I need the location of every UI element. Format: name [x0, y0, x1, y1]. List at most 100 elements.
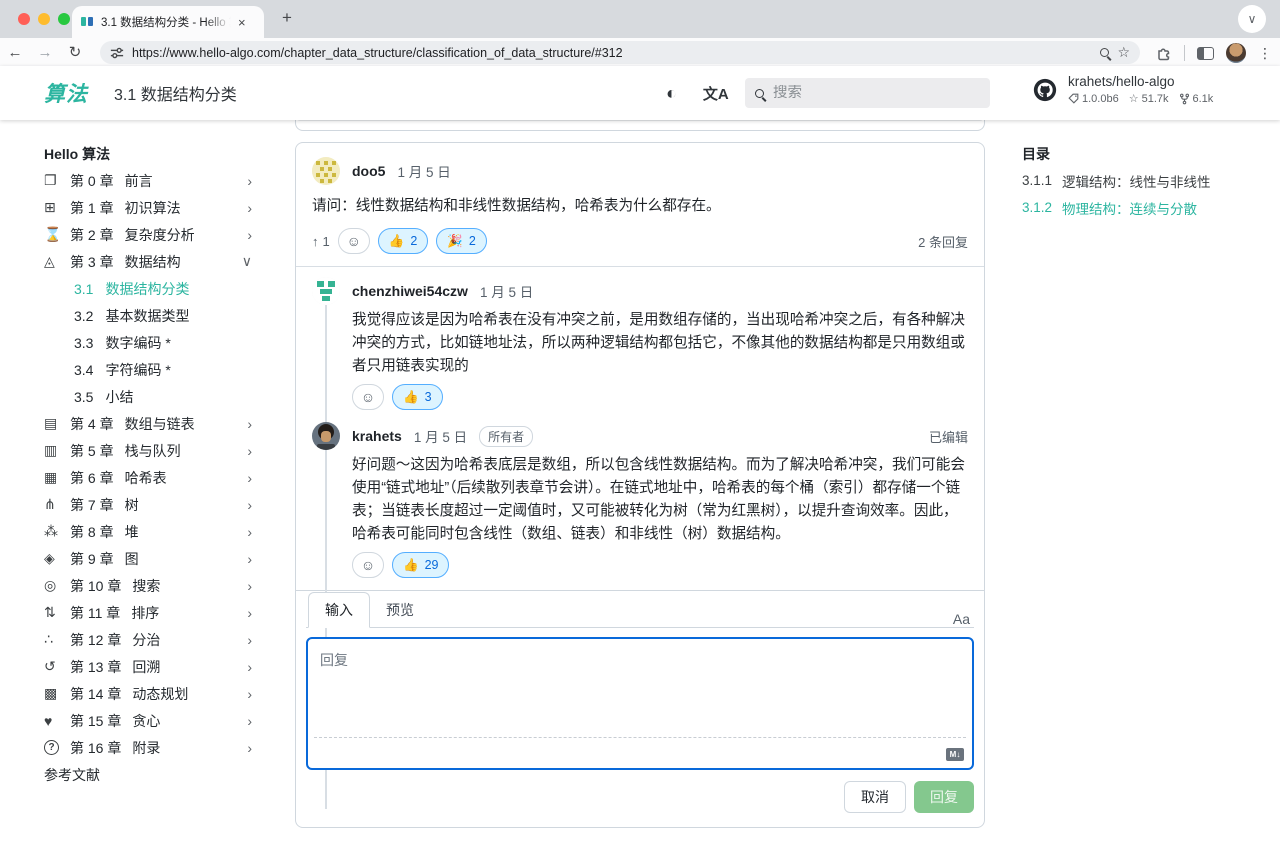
chevron-right-icon[interactable]: › — [247, 713, 252, 729]
chevron-right-icon[interactable]: › — [247, 632, 252, 648]
browser-menu-icon[interactable]: ⋮ — [1258, 45, 1272, 62]
zoom-window-icon[interactable] — [58, 13, 70, 25]
avatar[interactable] — [312, 422, 340, 450]
minimize-window-icon[interactable] — [38, 13, 50, 25]
reply-author[interactable]: krahets — [352, 428, 402, 444]
site-logo[interactable]: 算法 — [44, 78, 88, 108]
sidebar-item-3-2[interactable]: 3.2 基本数据类型 — [44, 302, 252, 329]
reply-author[interactable]: chenzhiwei54czw — [352, 283, 468, 299]
reaction-tada[interactable]: 🎉 2 — [436, 228, 487, 254]
cancel-button[interactable]: 取消 — [844, 781, 906, 813]
site-header: 算法 3.1 数据结构分类 ◐ 文A krahets/hello-algo — [0, 66, 1280, 120]
url-text[interactable]: https://www.hello-algo.com/chapter_data_… — [132, 46, 1092, 60]
reaction-thumbs-up[interactable]: 👍 29 — [392, 552, 449, 578]
bookmark-star-icon[interactable]: ☆ — [1117, 44, 1130, 61]
toc-item-3-1-1[interactable]: 3.1.1 逻辑结构：线性与非线性 — [1022, 167, 1272, 194]
sidebar-item-chapter-12[interactable]: ∴ 第 12 章 分治 › — [44, 626, 252, 653]
github-repo-link[interactable]: krahets/hello-algo 1.0.0b6 ☆ 51.7k — [1032, 74, 1213, 105]
tab-preview[interactable]: 预览 — [370, 593, 430, 627]
sidebar-item-chapter-7[interactable]: ⋔ 第 7 章 树 › — [44, 491, 252, 518]
add-reaction-button[interactable]: ☺ — [352, 384, 384, 410]
sidebar-item-chapter-11[interactable]: ⇅ 第 11 章 排序 › — [44, 599, 252, 626]
theme-toggle-icon[interactable]: ◐ — [666, 83, 677, 104]
reaction-thumbs-up[interactable]: 👍 2 — [378, 228, 429, 254]
backtrack-icon: ↺ — [44, 658, 70, 675]
chevron-right-icon[interactable]: › — [247, 551, 252, 567]
comment-author[interactable]: doo5 — [352, 163, 385, 179]
chevron-right-icon[interactable]: › — [247, 578, 252, 594]
browser-tab[interactable]: 3.1 数据结构分类 - Hello 算法 × — [72, 6, 264, 38]
reply-submit-button[interactable]: 回复 — [914, 781, 974, 813]
close-window-icon[interactable] — [18, 13, 30, 25]
toc-item-3-1-2[interactable]: 3.1.2 物理结构：连续与分散 — [1022, 194, 1272, 221]
sidebar-item-3-5[interactable]: 3.5 小结 — [44, 383, 252, 410]
chevron-right-icon[interactable]: › — [247, 227, 252, 243]
reload-button[interactable]: ↻ — [60, 43, 90, 61]
sidebar-item-chapter-14[interactable]: ▩ 第 14 章 动态规划 › — [44, 680, 252, 707]
sidebar-item-chapter-16[interactable]: ? 第 16 章 附录 › — [44, 734, 252, 761]
sidebar-item-chapter-6[interactable]: ▦ 第 6 章 哈希表 › — [44, 464, 252, 491]
sidebar-item-3-3[interactable]: 3.3 数字编码 * — [44, 329, 252, 356]
tree-icon: ⋔ — [44, 496, 70, 513]
sidebar-item-chapter-0[interactable]: ❐ 第 0 章 前言 › — [44, 167, 252, 194]
sidebar-item-chapter-10[interactable]: ◎ 第 10 章 搜索 › — [44, 572, 252, 599]
sidebar-item-3-1[interactable]: 3.1 数据结构分类 — [44, 275, 252, 302]
sidebar-item-chapter-4[interactable]: ▤ 第 4 章 数组与链表 › — [44, 410, 252, 437]
forward-button[interactable]: → — [30, 44, 60, 61]
chevron-right-icon[interactable]: › — [247, 524, 252, 540]
chevron-right-icon[interactable]: › — [247, 470, 252, 486]
chevron-down-icon[interactable]: ∨ — [242, 253, 252, 270]
language-switch-icon[interactable]: 文A — [703, 83, 729, 104]
chevron-right-icon[interactable]: › — [247, 443, 252, 459]
sidebar-item-3-4[interactable]: 3.4 字符编码 * — [44, 356, 252, 383]
chevron-right-icon[interactable]: › — [247, 740, 252, 756]
reply-textarea[interactable] — [308, 639, 972, 735]
add-reaction-button[interactable]: ☺ — [352, 552, 384, 578]
sidebar-item-chapter-15[interactable]: ♥ 第 15 章 贪心 › — [44, 707, 252, 734]
chevron-right-icon[interactable]: › — [247, 659, 252, 675]
replies-section: chenzhiwei54czw 1 月 5 日 我觉得应该是因为哈希表在没有冲突… — [296, 266, 984, 815]
profile-avatar[interactable] — [1226, 43, 1246, 63]
chevron-right-icon[interactable]: › — [247, 497, 252, 513]
upvote-button[interactable]: ↑ 1 — [312, 234, 330, 249]
avatar[interactable] — [312, 277, 340, 305]
thumbs-up-emoji: 👍 — [403, 390, 419, 405]
tab-close-icon[interactable]: × — [238, 16, 246, 29]
sidebar-item-chapter-13[interactable]: ↺ 第 13 章 回溯 › — [44, 653, 252, 680]
mac-window-controls[interactable] — [18, 13, 70, 25]
new-tab-button[interactable]: + — [282, 8, 292, 28]
search-box[interactable] — [745, 78, 990, 108]
extensions-icon[interactable] — [1156, 45, 1172, 61]
markdown-icon[interactable]: M↓ — [946, 748, 964, 761]
sidebar-item-chapter-1[interactable]: ⊞ 第 1 章 初识算法 › — [44, 194, 252, 221]
tab-write[interactable]: 输入 — [308, 592, 370, 628]
repo-version: 1.0.0b6 — [1082, 93, 1119, 105]
zoom-page-icon[interactable] — [1100, 48, 1109, 57]
sidebar-item-chapter-8[interactable]: ⁂ 第 8 章 堆 › — [44, 518, 252, 545]
chevron-right-icon[interactable]: › — [247, 173, 252, 189]
sidebar-nav: Hello 算法 ❐ 第 0 章 前言 › ⊞ 第 1 章 初识算法 › ⌛ 第… — [44, 140, 252, 788]
stack-icon: ▥ — [44, 442, 70, 459]
chevron-right-icon[interactable]: › — [247, 605, 252, 621]
sidebar-item-chapter-2[interactable]: ⌛ 第 2 章 复杂度分析 › — [44, 221, 252, 248]
chevron-right-icon[interactable]: › — [247, 200, 252, 216]
chevron-right-icon[interactable]: › — [247, 416, 252, 432]
sidebar-item-chapter-9[interactable]: ◈ 第 9 章 图 › — [44, 545, 252, 572]
avatar[interactable] — [312, 157, 340, 185]
site-settings-icon[interactable] — [110, 46, 124, 60]
repo-name[interactable]: krahets/hello-algo — [1068, 74, 1213, 89]
greedy-icon: ♥ — [44, 713, 70, 729]
side-panel-icon[interactable] — [1197, 47, 1214, 60]
address-bar[interactable]: https://www.hello-algo.com/chapter_data_… — [100, 41, 1140, 64]
reaction-thumbs-up[interactable]: 👍 3 — [392, 384, 443, 410]
text-format-icon[interactable]: Aa — [953, 611, 974, 627]
sidebar-item-references[interactable]: 参考文献 — [44, 761, 252, 788]
sidebar-item-chapter-5[interactable]: ▥ 第 5 章 栈与队列 › — [44, 437, 252, 464]
sidebar-item-chapter-3[interactable]: ◬ 第 3 章 数据结构 ∨ — [44, 248, 252, 275]
add-reaction-button[interactable]: ☺ — [338, 228, 370, 254]
chevron-right-icon[interactable]: › — [247, 686, 252, 702]
page-title: 3.1 数据结构分类 — [114, 81, 237, 105]
window-chevron-icon[interactable]: ∨ — [1238, 5, 1266, 33]
search-input[interactable] — [773, 85, 953, 101]
back-button[interactable]: ← — [0, 44, 30, 61]
